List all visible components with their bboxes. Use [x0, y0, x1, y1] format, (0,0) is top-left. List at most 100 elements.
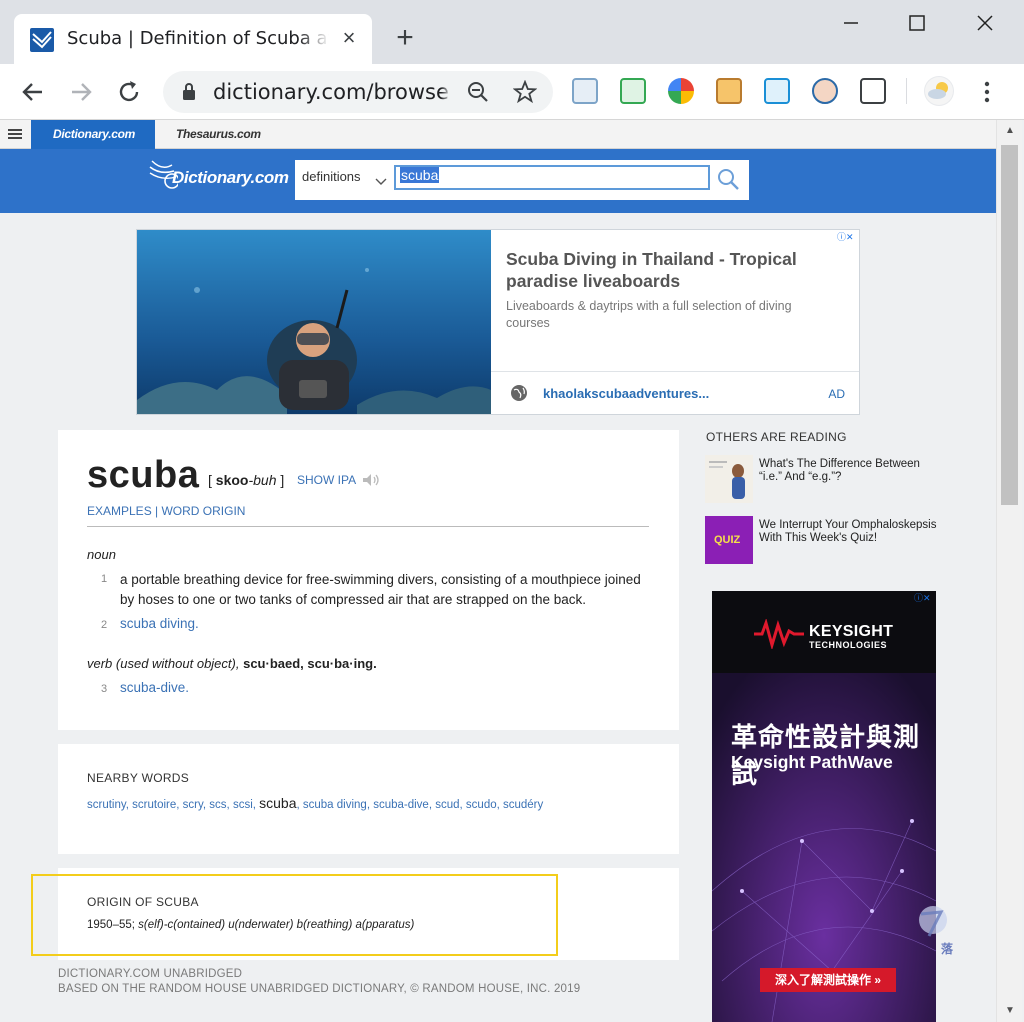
others-reading-heading: OTHERS ARE READING	[706, 430, 847, 444]
nearby-word[interactable]: scrutoire	[132, 799, 176, 811]
reading-item[interactable]: What's The Difference Between “i.e.” And…	[705, 455, 945, 503]
browser-tab[interactable]: Scuba | Definition of Scuba at Dictionar…	[14, 14, 372, 64]
browser-toolbar: dictionary.com/browse/scuba	[0, 64, 1024, 120]
quiz-thumbnail[interactable]: QUIZ	[705, 516, 753, 564]
reading-item[interactable]: QUIZ We Interrupt Your Omphaloskepsis Wi…	[705, 516, 945, 564]
hamburger-menu-icon[interactable]	[8, 129, 22, 140]
ad-description: Liveaboards & daytrips with a full selec…	[506, 299, 792, 330]
lock-icon[interactable]	[181, 82, 197, 107]
highlight-annotation-box	[31, 874, 558, 956]
sense-number: 3	[101, 683, 108, 695]
ad-domain-link[interactable]: khaolakscubaadventures...	[543, 386, 709, 401]
extension-share-icon[interactable]	[764, 78, 790, 104]
site-switcher: Dictionary.com Thesaurus.com	[0, 120, 996, 149]
minimize-button[interactable]	[836, 8, 866, 38]
zoom-out-icon[interactable]	[466, 80, 490, 104]
pronunciation: [ skoo-buh ]	[208, 472, 285, 488]
search-category-select[interactable]: definitions	[302, 169, 361, 184]
nearby-words-heading: NEARBY WORDS	[87, 771, 190, 785]
nearby-word[interactable]: scrutiny	[87, 799, 126, 811]
close-window-button[interactable]	[970, 8, 1000, 38]
logo-text: Dictionary.com	[172, 168, 289, 187]
forward-icon[interactable]	[64, 75, 98, 109]
ad-cta-button[interactable]: 深入了解測試操作 »	[760, 968, 896, 992]
new-tab-button[interactable]: +	[390, 23, 420, 54]
extension-face-icon[interactable]	[716, 78, 742, 104]
maximize-button[interactable]	[902, 8, 932, 38]
adchoices-icon[interactable]: ⓘ✕	[837, 230, 854, 242]
ad-banner[interactable]: ⓘ✕ Scuba Diving in Thailand - Tropical p…	[136, 229, 860, 415]
scroll-down-icon[interactable]: ▼	[1003, 1004, 1017, 1018]
back-icon[interactable]	[16, 75, 50, 109]
tab-dictionary[interactable]: Dictionary.com	[31, 120, 155, 149]
search-icon[interactable]	[715, 166, 741, 192]
extension-owl-icon[interactable]	[812, 78, 838, 104]
url-fade	[441, 81, 451, 105]
globe-icon	[510, 384, 528, 402]
definition-card: scuba [ skoo-buh ] SHOW IPA EXAMPLES | W…	[58, 430, 679, 730]
sense-definition: a portable breathing device for free-swi…	[120, 572, 641, 607]
part-of-speech-verb: verb (used without object), scu·baed, sc…	[87, 656, 377, 671]
scroll-up-icon[interactable]: ▲	[1003, 124, 1017, 138]
article-thumbnail[interactable]	[705, 455, 753, 503]
site-header: Dictionary.com definitions scuba	[0, 149, 996, 213]
nearby-word[interactable]: scud	[435, 799, 459, 811]
nearby-words-list: scrutiny, scrutoire, scry, scs, scsi, sc…	[87, 795, 544, 811]
screen-capture-icon[interactable]	[860, 78, 886, 104]
nearby-word[interactable]: scuba diving	[303, 799, 367, 811]
keysight-wave-icon	[754, 619, 804, 649]
dictionary-favicon-icon	[30, 28, 54, 52]
part-of-speech-noun: noun	[87, 547, 116, 562]
nearby-word[interactable]: scuba-dive	[373, 799, 429, 811]
scuba-diver-image[interactable]	[137, 230, 491, 414]
examples-origin-links[interactable]: EXAMPLES | WORD ORIGIN	[87, 504, 245, 518]
tab-strip: Scuba | Definition of Scuba at Dictionar…	[0, 0, 1024, 64]
extension-mail-icon[interactable]	[620, 78, 646, 104]
sense-link-scuba-diving[interactable]: scuba diving.	[120, 616, 199, 631]
extension-colors-icon[interactable]	[668, 78, 694, 104]
search-input[interactable]: scuba	[394, 165, 710, 190]
keysight-ad[interactable]: KEYSIGHT TECHNOLOGIES 革命性設計與測試 Keysight …	[712, 591, 936, 1022]
browser-menu-icon[interactable]	[975, 78, 999, 106]
address-bar[interactable]: dictionary.com/browse/scuba	[163, 71, 553, 113]
speaker-icon[interactable]	[361, 473, 381, 487]
nearby-word[interactable]: scry	[183, 799, 203, 811]
web-page: Dictionary.com Thesaurus.com Dictionary.…	[0, 120, 996, 1022]
site-logo[interactable]: Dictionary.com	[148, 157, 289, 191]
keysight-header: KEYSIGHT TECHNOLOGIES	[712, 591, 936, 673]
ad-title[interactable]: Scuba Diving in Thailand - Tropical para…	[506, 248, 836, 292]
profile-avatar[interactable]	[924, 76, 954, 106]
ad-headline-en: Keysight PathWave	[731, 752, 893, 772]
show-ipa-link[interactable]: SHOW IPA	[297, 473, 356, 487]
url-text[interactable]: dictionary.com/browse/scuba	[213, 80, 449, 104]
footer-source: DICTIONARY.COM UNABRIDGED	[58, 968, 243, 980]
nearby-word[interactable]: scs	[209, 799, 226, 811]
toolbar-separator	[906, 78, 907, 104]
reading-title[interactable]: We Interrupt Your Omphaloskepsis With Th…	[759, 519, 939, 545]
nearby-words-card: NEARBY WORDS scrutiny, scrutoire, scry, …	[58, 744, 679, 854]
bookmark-star-icon[interactable]	[512, 79, 538, 104]
nearby-word[interactable]: scudo	[466, 799, 497, 811]
tab-thesaurus[interactable]: Thesaurus.com	[154, 120, 283, 149]
tab-title: Scuba | Definition of Scuba at Dictionar…	[67, 28, 329, 49]
extension-docs-icon[interactable]	[572, 78, 598, 104]
nearby-word[interactable]: scsi	[233, 799, 253, 811]
tab-close-icon[interactable]: ×	[336, 25, 362, 51]
reading-title[interactable]: What's The Difference Between “i.e.” And…	[759, 458, 939, 484]
ad-footer[interactable]: khaolakscubaadventures... AD	[491, 371, 859, 414]
search-query-text: scuba	[400, 167, 440, 183]
nearby-word[interactable]: scudéry	[503, 799, 543, 811]
reload-icon[interactable]	[112, 75, 146, 109]
search-form: definitions scuba	[295, 160, 749, 200]
scrollbar-thumb[interactable]	[1001, 145, 1018, 505]
page-scrollbar[interactable]: ▲ ▼	[996, 120, 1022, 1022]
nearby-word-current: scuba	[259, 795, 297, 811]
keysight-sub: TECHNOLOGIES	[809, 640, 888, 650]
watermark-text: 落	[941, 942, 954, 956]
ad-label: AD	[828, 387, 845, 401]
sense-link-scuba-dive[interactable]: scuba-dive.	[120, 680, 189, 695]
adchoices-icon[interactable]: ⓘ✕	[914, 591, 931, 603]
chevron-down-icon[interactable]	[375, 173, 387, 185]
keysight-logo: KEYSIGHT	[809, 623, 894, 640]
divider	[87, 526, 649, 527]
